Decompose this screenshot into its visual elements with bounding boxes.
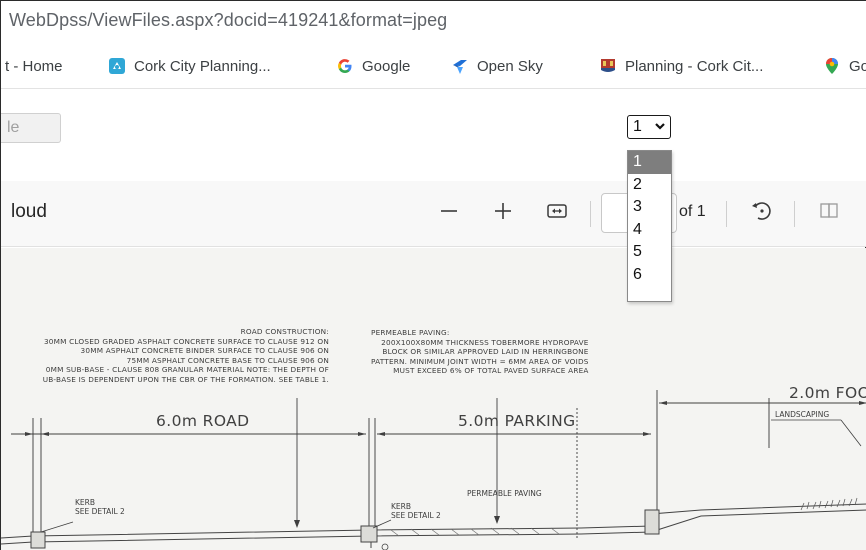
note-line: 75mm ASPHALT CONCRETE BASE TO CLAUSE 906… [126, 355, 329, 365]
bookmark-label: Google [362, 57, 411, 75]
dimension-footpath: 2.0m FOO [789, 384, 866, 402]
kerb-label-left: KERB SEE DETAIL 2 [75, 498, 125, 516]
cork-city-crest-icon [599, 57, 617, 75]
fit-width-button[interactable] [541, 197, 573, 229]
note-line: 200X100X80mm THICKNESS TOBERMORE HYDROPA… [381, 337, 589, 347]
bookmark-label: Go [849, 57, 866, 75]
fit-width-icon [546, 201, 568, 226]
landscaping-label: LANDSCAPING [775, 410, 830, 419]
note-line: BLOCK OR SIMILAR APPROVED LAID IN HERRIN… [382, 347, 589, 356]
page-view-button[interactable] [813, 197, 845, 229]
toolbar-divider [726, 201, 727, 227]
note-line: ROAD CONSTRUCTION: [240, 327, 329, 336]
page-option[interactable]: 3 [628, 196, 671, 219]
document-page-image: ROAD CONSTRUCTION: 30mm CLOSED GRADED AS… [1, 248, 866, 550]
kerb-line: SEE DETAIL 2 [391, 511, 441, 520]
bookmark-label: Cork City Planning... [134, 57, 271, 75]
page-header-area: le [1, 89, 866, 181]
page-option[interactable]: 4 [628, 219, 671, 242]
road-construction-note: ROAD CONSTRUCTION: 30mm CLOSED GRADED AS… [43, 327, 329, 384]
kerb-line: SEE DETAIL 2 [75, 507, 125, 516]
page-select-value: 1 [633, 118, 642, 135]
plus-icon [493, 201, 513, 226]
open-sky-icon [451, 57, 469, 75]
bookmark-label: Open Sky [477, 57, 543, 75]
note-line: UB-BASE IS DEPENDENT UPON THE CBR OF THE… [42, 374, 329, 384]
google-icon [336, 57, 354, 75]
page-option[interactable]: 6 [628, 264, 671, 287]
chevron-down-icon [654, 116, 666, 142]
bookmark-google-maps[interactable]: Go [823, 55, 866, 77]
bookmark-label: t - Home [5, 57, 63, 75]
bookmark-planning-cork-city[interactable]: Planning - Cork Cit... [599, 55, 763, 77]
document-title: loud [11, 201, 47, 222]
bookmark-cork-city-planning[interactable]: Cork City Planning... [108, 55, 271, 77]
rotate-button[interactable] [746, 197, 778, 229]
minus-icon [439, 201, 459, 226]
address-bar[interactable]: WebDpss/ViewFiles.aspx?docid=419241&form… [1, 1, 866, 43]
kerb-line: KERB [391, 502, 412, 511]
note-line: 30mm CLOSED GRADED ASPHALT CONCRETE SURF… [43, 336, 329, 346]
note-line: MUST EXCEED 6% OF TOTAL PAVED SURFACE AR… [393, 366, 589, 375]
kerb-label-center: KERB SEE DETAIL 2 [391, 502, 441, 520]
page-select-dropdown: 1 2 3 4 5 6 [627, 150, 672, 302]
planning-portal-icon [108, 57, 126, 75]
permeable-paving-label: PERMEABLE PAVING [467, 489, 542, 498]
dimension-road: 6.0m ROAD [156, 412, 250, 430]
note-line: PERMEABLE PAVING: [371, 328, 450, 337]
kerb-line: KERB [75, 498, 96, 507]
note-line: 30mm ASPHALT CONCRETE BINDER SURFACE TO … [80, 346, 329, 355]
toolbar-divider [794, 201, 795, 227]
maps-pin-icon [823, 57, 841, 75]
page-option[interactable]: 5 [628, 241, 671, 264]
bookmark-open-sky[interactable]: Open Sky [451, 55, 543, 77]
page-view-icon [818, 201, 840, 226]
note-line: PATTERN. MINIMUM JOINT WIDTH = 6mm AREA … [371, 356, 589, 366]
bookmark-label: Planning - Cork Cit... [625, 57, 764, 75]
bookmark-google[interactable]: Google [336, 55, 410, 77]
zoom-out-button[interactable] [433, 197, 465, 229]
bookmark-home[interactable]: t - Home [5, 55, 63, 77]
bookmarks-bar: t - Home Cork City Planning... Google Op… [1, 43, 866, 89]
page-option[interactable]: 1 [628, 151, 671, 174]
page-option[interactable]: 2 [628, 174, 671, 197]
toolbar-divider [590, 201, 591, 227]
note-line: 0mm SUB-BASE - CLAUSE 808 GRANULAR MATER… [45, 365, 329, 374]
permeable-paving-note: PERMEABLE PAVING: 200X100X80mm THICKNESS… [371, 328, 589, 376]
url-text[interactable]: WebDpss/ViewFiles.aspx?docid=419241&form… [9, 10, 447, 31]
rotate-icon [750, 199, 774, 228]
dimension-parking: 5.0m PARKING [458, 412, 576, 430]
partial-button[interactable]: le [1, 113, 61, 143]
page-select[interactable]: 1 [627, 115, 671, 139]
page-total-label: of 1 [679, 203, 706, 220]
pdf-toolbar: loud of 1 [1, 181, 866, 247]
zoom-in-button[interactable] [487, 197, 519, 229]
